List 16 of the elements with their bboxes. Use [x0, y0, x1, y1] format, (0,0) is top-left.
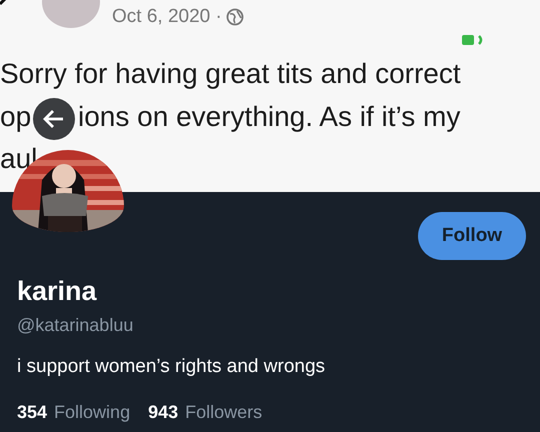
post-text: op [0, 101, 32, 133]
stat-label[interactable]: Followers [185, 402, 262, 423]
post-text: ions on everything. As if it’s my [78, 101, 460, 133]
profile-name: karina [17, 276, 98, 307]
back-button[interactable] [33, 98, 75, 140]
post-date: Oct 6, 2020 · [112, 6, 222, 28]
post-text: Sorry for having great tits and correct [0, 58, 461, 90]
follow-button[interactable]: Follow [418, 212, 526, 260]
back-arrow-icon [43, 109, 65, 129]
stat-label[interactable]: Following [54, 402, 130, 423]
battery-icon [462, 34, 484, 46]
stat-count: 354 [17, 402, 48, 423]
stat-count: 943 [148, 402, 178, 423]
globe-icon [226, 8, 244, 26]
profile-bio: i support women’s rights and wrongs [17, 356, 326, 378]
profile-handle: @katarinabluu [17, 315, 134, 336]
